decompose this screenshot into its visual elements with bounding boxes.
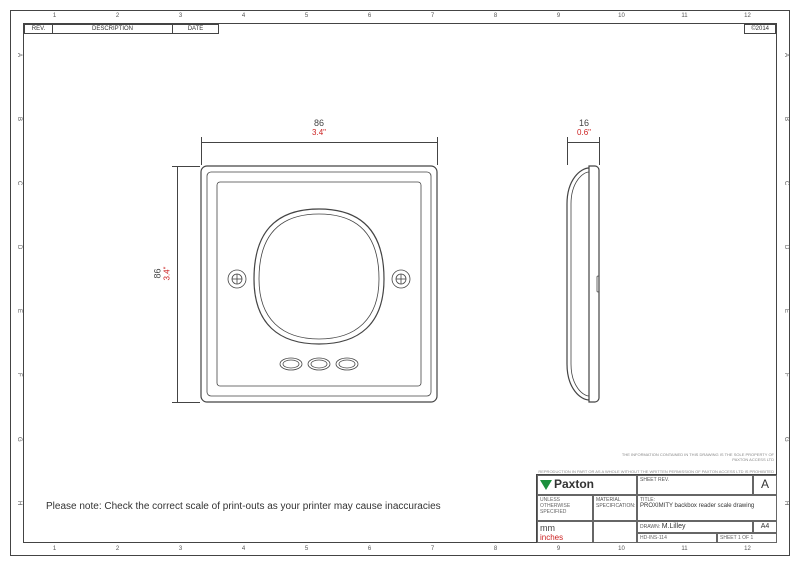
front-view	[199, 164, 439, 404]
dim-front-height: 863.4"	[153, 254, 172, 294]
revision-table: REV. DESCRIPTION DATE	[24, 24, 219, 34]
drawing-sheet: 123456789101112 123456789101112 ABCDEFGH…	[10, 10, 790, 556]
ruler-left: ABCDEFGH	[11, 23, 22, 535]
dwgno-cell: HD-INS-114	[637, 533, 717, 543]
logo-cell: Paxton	[537, 475, 637, 495]
sheet-rev: A	[753, 475, 777, 495]
units-cell: mminches	[537, 521, 593, 543]
size-cell: A4	[753, 521, 777, 533]
ruler-bottom: 123456789101112	[23, 544, 779, 555]
dim-side-width: 160.6"	[564, 118, 604, 137]
fineprint-1: THE INFORMATION CONTAINED IN THIS DRAWIN…	[474, 452, 774, 462]
drawing-frame: REV. DESCRIPTION DATE ©2014 THE INFORMAT…	[23, 23, 777, 543]
ruler-top: 123456789101112	[23, 11, 779, 22]
material-cell: MATERIAL SPECIFICATION:	[593, 495, 637, 521]
copyright-box: ©2014	[744, 24, 776, 34]
sheet-cell: SHEET 1 OF 1	[717, 533, 777, 543]
sheet-rev-lbl: SHEET REV.	[637, 475, 753, 495]
title-block: Paxton SHEET REV. A UNLESS OTHERWISE SPE…	[536, 474, 776, 542]
title-cell: TITLE: PROXIMITY backbox reader scale dr…	[637, 495, 777, 521]
ruler-right: ABCDEFGH	[778, 23, 789, 535]
paxton-logo-icon	[540, 480, 552, 490]
desc-header: DESCRIPTION	[53, 25, 173, 34]
dim-front-width: 863.4"	[284, 118, 354, 137]
dim-side-width-line	[567, 142, 600, 143]
side-view	[559, 164, 607, 404]
date-header: DATE	[173, 25, 219, 34]
drawn-cell: DRAWN: M.Lilley	[637, 521, 753, 533]
dim-front-width-line	[201, 142, 438, 143]
tolerance-cell: UNLESS OTHERWISE SPECIFIED	[537, 495, 593, 521]
scale-cell	[593, 521, 637, 543]
dim-front-height-line	[177, 166, 178, 403]
rev-header: REV.	[25, 25, 53, 34]
scale-note: Please note: Check the correct scale of …	[46, 501, 441, 512]
